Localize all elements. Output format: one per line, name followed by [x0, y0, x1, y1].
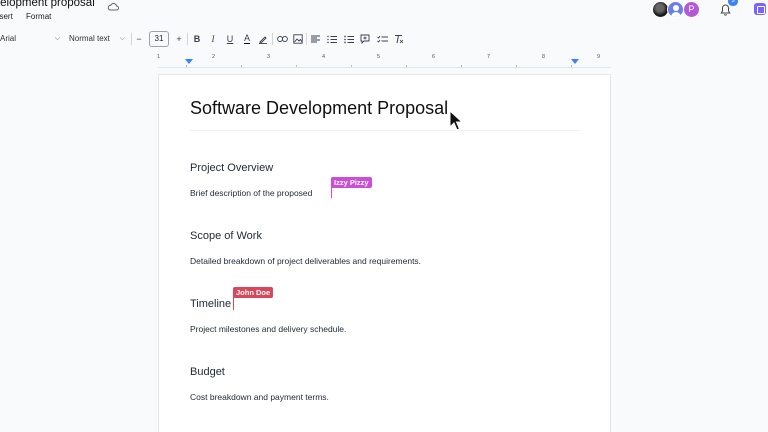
ruler-number: 8 — [542, 54, 546, 60]
checklist-icon — [376, 35, 388, 43]
ruler-number: 6 — [432, 54, 436, 60]
clear-formatting-button[interactable] — [392, 29, 406, 49]
bold-button[interactable]: B — [190, 29, 204, 49]
menu-bar: nsert Format — [0, 12, 62, 21]
section-heading[interactable]: Timeline — [190, 298, 231, 310]
section-body[interactable]: Brief description of the proposed — [190, 188, 312, 198]
avatar[interactable]: P — [683, 1, 700, 18]
ruler-tick — [516, 65, 517, 67]
minus-icon: − — [136, 34, 142, 44]
mouse-pointer-icon — [449, 109, 464, 136]
section-body[interactable]: Detailed breakdown of project deliverabl… — [190, 256, 421, 266]
italic-icon: I — [211, 34, 215, 44]
text-color-button[interactable]: A — [240, 29, 254, 49]
align-left-button[interactable] — [308, 29, 322, 49]
ruler-tick — [241, 65, 242, 67]
menu-format[interactable]: Format — [26, 12, 51, 21]
collaborator-caret — [233, 297, 234, 310]
ruler-tick — [351, 65, 352, 67]
app-header: evelopment proposal nsert Format P 3 — [0, 0, 768, 26]
ruler-number: 2 — [212, 54, 216, 60]
link-icon — [276, 36, 288, 42]
section-body[interactable]: Project milestones and delivery schedule… — [190, 324, 346, 334]
ruler-tick — [186, 65, 187, 67]
text-color-icon: A — [243, 33, 250, 44]
app-logo-icon[interactable] — [754, 3, 766, 15]
checklist-button[interactable] — [375, 29, 389, 49]
chevron-down-icon: ⌵ — [119, 35, 125, 42]
font-size-input[interactable]: 31 — [149, 31, 169, 47]
collaborator-caret — [331, 187, 332, 198]
ruler-tick — [296, 65, 297, 67]
ruler-tick — [571, 65, 572, 67]
notification-badge: 3 — [728, 0, 738, 6]
increase-font-size-button[interactable]: + — [172, 29, 186, 49]
toolbar-divider — [272, 33, 273, 45]
ruler-number: 5 — [377, 54, 381, 60]
numbered-list-button[interactable] — [325, 29, 339, 49]
plus-icon: + — [176, 34, 182, 44]
ruler-tick — [461, 65, 462, 67]
underline-button[interactable]: U — [223, 29, 237, 49]
underline-icon: U — [226, 34, 234, 44]
toolbar-divider — [187, 33, 188, 45]
highlight-icon — [259, 36, 267, 44]
section-heading[interactable]: Budget — [190, 366, 225, 378]
right-indent-marker[interactable] — [571, 59, 579, 64]
collaborator-label: John Doe — [233, 287, 274, 298]
section-body[interactable]: Cost breakdown and payment terms. — [190, 392, 329, 402]
title-divider — [190, 130, 580, 131]
menu-insert[interactable]: nsert — [0, 12, 13, 21]
avatar[interactable] — [667, 1, 684, 18]
align-left-icon — [310, 35, 320, 43]
image-icon — [293, 34, 303, 44]
ruler-number: 9 — [597, 54, 601, 60]
bell-icon[interactable] — [720, 3, 731, 21]
ruler-number: 1 — [157, 54, 161, 60]
section-heading[interactable]: Scope of Work — [190, 230, 262, 242]
ruler-tick — [406, 65, 407, 67]
section-heading[interactable]: Project Overview — [190, 162, 273, 174]
bulleted-list-button[interactable] — [342, 29, 356, 49]
bulleted-list-icon — [344, 35, 354, 43]
link-button[interactable] — [275, 29, 289, 49]
decrease-font-size-button[interactable]: − — [132, 29, 146, 49]
comment-icon — [360, 34, 370, 44]
ruler-number: 7 — [487, 54, 491, 60]
clear-format-icon — [395, 35, 404, 44]
bold-icon: B — [193, 34, 201, 44]
style-select-value: Normal text — [69, 34, 110, 43]
paragraph-style-select[interactable]: Normal text ⌵ — [69, 29, 125, 49]
highlight-button[interactable] — [256, 29, 270, 49]
ruler-number: 3 — [267, 54, 271, 60]
font-select-value: Arial — [0, 34, 17, 43]
cloud-saved-icon[interactable] — [107, 0, 119, 16]
ruler-number: 4 — [322, 54, 326, 60]
left-indent-marker[interactable] — [185, 59, 193, 64]
insert-image-button[interactable] — [291, 29, 305, 49]
comment-button[interactable] — [358, 29, 372, 49]
numbered-list-icon — [327, 35, 337, 43]
formatting-toolbar: Arial ⌵ Normal text ⌵ − 31 + B I U A — [0, 29, 768, 49]
collaborator-label: Izzy Pizzy — [331, 177, 372, 188]
document-title[interactable]: evelopment proposal — [0, 0, 95, 9]
font-select[interactable]: Arial ⌵ — [0, 29, 60, 49]
toolbar-divider — [306, 33, 307, 45]
chevron-down-icon: ⌵ — [54, 35, 60, 42]
document-page[interactable]: Software Development Proposal Project Ov… — [158, 74, 611, 432]
italic-button[interactable]: I — [206, 29, 220, 49]
horizontal-ruler[interactable]: 1 2 3 4 5 6 7 8 9 — [157, 54, 611, 68]
document-heading[interactable]: Software Development Proposal — [190, 98, 448, 119]
